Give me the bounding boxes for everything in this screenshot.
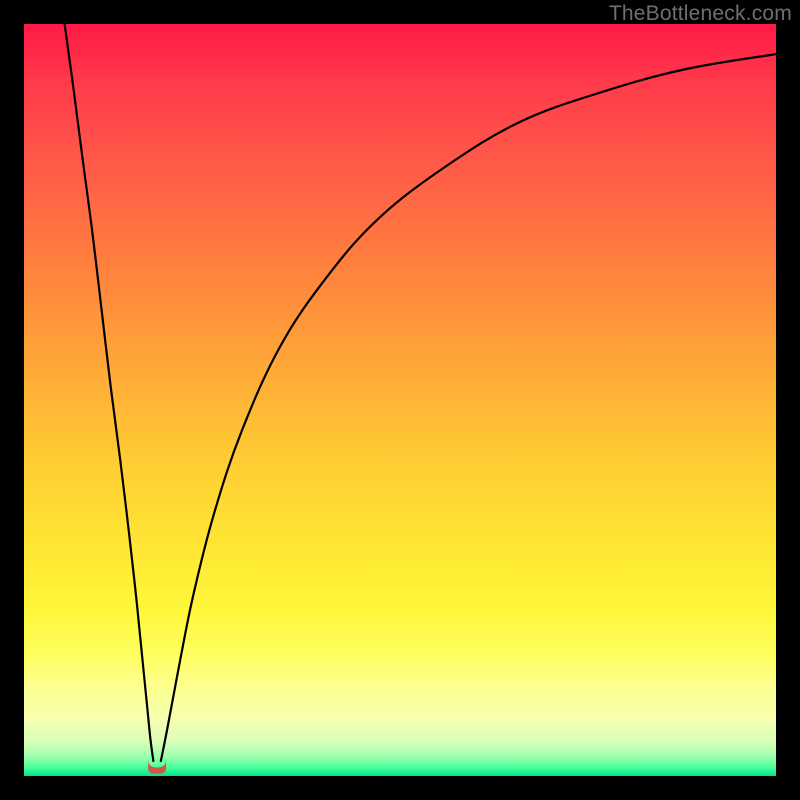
bottleneck-curve-path <box>65 24 776 761</box>
bottleneck-curve <box>24 24 776 776</box>
chart-plot-area <box>24 24 776 776</box>
chart-frame: TheBottleneck.com <box>0 0 800 800</box>
curve-minimum-nub <box>148 759 166 773</box>
watermark-text: TheBottleneck.com <box>609 2 792 26</box>
